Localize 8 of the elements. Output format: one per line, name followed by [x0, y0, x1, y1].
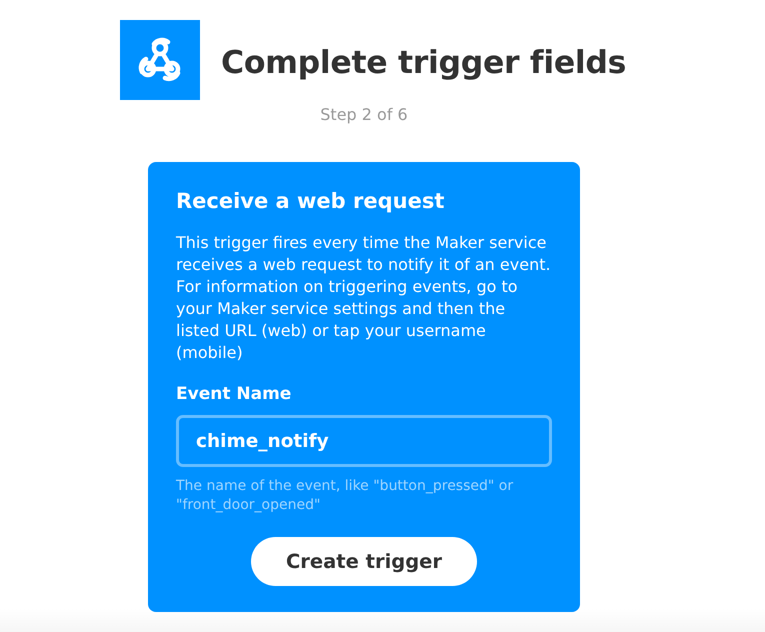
page-title: Complete trigger fields: [221, 45, 626, 81]
create-trigger-button[interactable]: Create trigger: [251, 537, 477, 586]
field-hint: The name of the event, like "button_pressed" or "front_door_opened": [176, 477, 514, 515]
webhook-icon: [120, 20, 200, 100]
field-label: Event Name: [176, 383, 292, 406]
step-indicator: Step 2 of 6: [320, 105, 408, 125]
trigger-title: Receive a web request: [176, 188, 446, 215]
trigger-description: This trigger fires every time the Maker service receives a web request to notify it of an event. For information on triggering events, go to your Maker service settings and then the listed URL (web) or tap your username (mobile): [176, 232, 552, 364]
